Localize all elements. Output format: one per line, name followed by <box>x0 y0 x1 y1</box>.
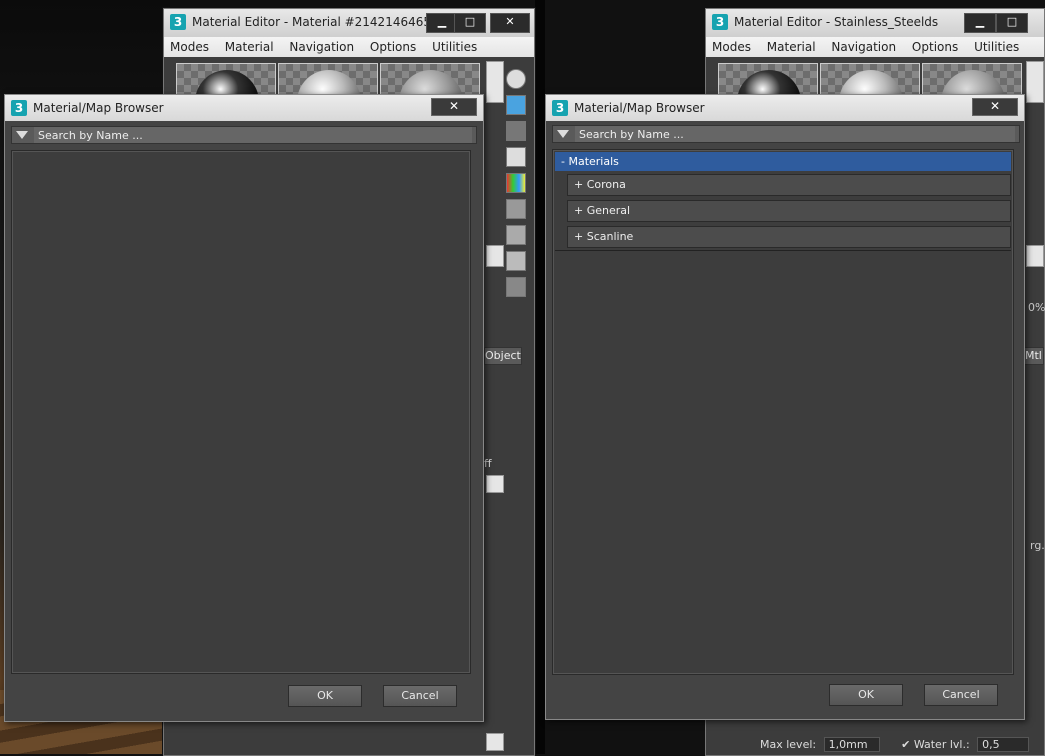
category-scanline[interactable]: + Scanline <box>567 226 1011 248</box>
param-scroll-up[interactable] <box>486 475 504 493</box>
options-icon[interactable] <box>506 225 526 245</box>
backlight-icon[interactable] <box>506 95 526 115</box>
menu-modes[interactable]: Modes <box>706 37 757 57</box>
ff-label: ff <box>484 457 492 470</box>
menu-navigation[interactable]: Navigation <box>825 37 902 57</box>
menu-material[interactable]: Material <box>219 37 280 57</box>
left-editor-menubar: Modes Material Navigation Options Utilit… <box>164 37 534 57</box>
max-level-spinner[interactable]: 1,0mm <box>823 737 880 752</box>
percent-label: 0% <box>1028 301 1045 314</box>
right-editor-titlebar[interactable]: 3 Material Editor - Stainless_Steelds ▁ … <box>706 9 1044 37</box>
object-button[interactable]: Object <box>484 347 522 365</box>
search-bar <box>11 126 477 144</box>
search-options-icon[interactable] <box>557 130 569 138</box>
left-editor-title: Material Editor - Material #2142146465 <box>192 15 432 29</box>
close-icon[interactable]: ✕ <box>490 13 530 33</box>
sample-scrollbar[interactable] <box>1026 61 1044 103</box>
make-preview-icon[interactable] <box>506 199 526 219</box>
menu-options[interactable]: Options <box>906 37 964 57</box>
right-browser-titlebar[interactable]: 3 Material/Map Browser ✕ <box>546 95 1024 121</box>
background-icon[interactable] <box>506 121 526 141</box>
sample-type-icon[interactable] <box>506 69 526 89</box>
cancel-button[interactable]: Cancel <box>924 684 998 706</box>
search-input[interactable] <box>575 126 1015 142</box>
left-editor-titlebar[interactable]: 3 Material Editor - Material #2142146465… <box>164 9 534 37</box>
search-options-icon[interactable] <box>16 131 28 139</box>
select-by-material-icon[interactable] <box>506 251 526 271</box>
left-browser-title: Material/Map Browser <box>33 101 164 115</box>
right-editor-title: Material Editor - Stainless_Steelds <box>734 15 939 29</box>
app-logo-icon: 3 <box>170 14 186 30</box>
sample-scroll-down[interactable] <box>1026 245 1044 267</box>
list-divider <box>555 250 1011 251</box>
param-scroll-down[interactable] <box>486 733 504 751</box>
viewport-gap <box>535 0 545 754</box>
browser-list[interactable] <box>11 150 471 674</box>
water-checkbox[interactable]: ✔ <box>901 738 910 751</box>
right-material-map-browser: 3 Material/Map Browser ✕ - Materials + C… <box>545 94 1025 720</box>
browser-list: - Materials + Corona + General + Scanlin… <box>552 149 1014 675</box>
right-browser-title: Material/Map Browser <box>574 101 705 115</box>
category-corona[interactable]: + Corona <box>567 174 1011 196</box>
sample-scroll-down[interactable] <box>486 245 504 267</box>
minimize-icon[interactable]: ▁ <box>964 13 996 33</box>
water-level-spinner[interactable]: 0,5 <box>977 737 1030 752</box>
menu-utilities[interactable]: Utilities <box>426 37 483 57</box>
search-bar <box>552 125 1020 143</box>
close-icon[interactable]: ✕ <box>972 98 1018 116</box>
app-logo-icon: 3 <box>11 100 27 116</box>
video-color-check-icon[interactable] <box>506 173 526 193</box>
left-browser-titlebar[interactable]: 3 Material/Map Browser ✕ <box>5 95 483 121</box>
menu-modes[interactable]: Modes <box>164 37 215 57</box>
app-logo-icon: 3 <box>712 14 728 30</box>
rg-label: rg. <box>1030 539 1045 552</box>
menu-utilities[interactable]: Utilities <box>968 37 1025 57</box>
menu-navigation[interactable]: Navigation <box>283 37 360 57</box>
water-level-label: Water lvl.: <box>913 738 970 751</box>
cancel-button[interactable]: Cancel <box>383 685 457 707</box>
right-editor-menubar: Modes Material Navigation Options Utilit… <box>706 37 1044 57</box>
bottom-params: Max level: 1,0mm ✔ Water lvl.: 0,5 <box>760 737 1030 752</box>
maximize-icon[interactable]: □ <box>454 13 486 33</box>
uv-tiling-icon[interactable] <box>506 147 526 167</box>
editor-side-toolbar <box>506 63 528 303</box>
menu-material[interactable]: Material <box>761 37 822 57</box>
ok-button[interactable]: OK <box>829 684 903 706</box>
mtl-button[interactable]: Mtl <box>1024 347 1044 365</box>
menu-options[interactable]: Options <box>364 37 422 57</box>
close-icon[interactable]: ✕ <box>431 98 477 116</box>
app-logo-icon: 3 <box>552 100 568 116</box>
search-input[interactable] <box>34 127 472 143</box>
sample-scrollbar[interactable] <box>486 61 504 103</box>
maximize-icon[interactable]: □ <box>996 13 1028 33</box>
left-material-map-browser: 3 Material/Map Browser ✕ OK Cancel <box>4 94 484 722</box>
ok-button[interactable]: OK <box>288 685 362 707</box>
materials-group-header[interactable]: - Materials <box>555 152 1011 171</box>
category-general[interactable]: + General <box>567 200 1011 222</box>
max-level-label: Max level: <box>760 738 817 751</box>
material-navigator-icon[interactable] <box>506 277 526 297</box>
